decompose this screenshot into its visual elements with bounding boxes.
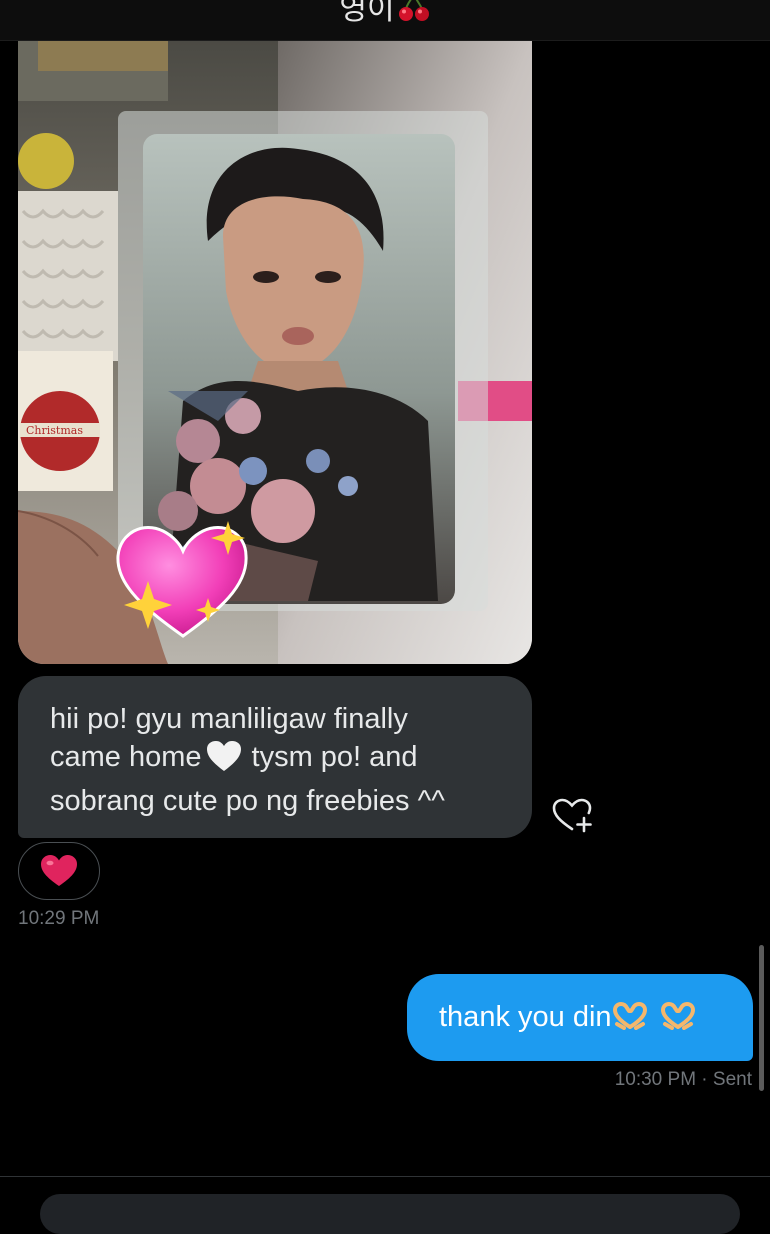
add-reaction-button[interactable] bbox=[550, 796, 596, 834]
incoming-text-message[interactable]: hii po! gyu manliligaw finally came home… bbox=[18, 676, 532, 838]
scrollbar[interactable] bbox=[759, 945, 764, 1091]
incoming-photo-message[interactable]: Christmas bbox=[18, 41, 532, 664]
cherries-icon bbox=[397, 0, 431, 30]
message-line-2: came home tysm po! and bbox=[50, 738, 512, 782]
message-line-3: sobrang cute po ng freebies ^^ bbox=[50, 785, 445, 817]
christmas-card-text: Christmas bbox=[26, 424, 83, 437]
conversation-title: 영이 bbox=[339, 0, 395, 27]
heart-plus-icon bbox=[552, 798, 592, 833]
conversation-title-row[interactable]: 영이 bbox=[0, 0, 770, 30]
red-heart-icon bbox=[41, 855, 77, 886]
message-reaction[interactable] bbox=[18, 842, 100, 900]
composer-area bbox=[0, 1176, 770, 1234]
heart-hands-icon-2 bbox=[660, 1002, 696, 1040]
heart-hands-icon bbox=[612, 1002, 648, 1040]
message-line-2b: tysm po! and bbox=[251, 741, 418, 773]
outgoing-message-text: thank you din bbox=[439, 1001, 612, 1033]
message-line-2a: came home bbox=[50, 741, 202, 773]
photocard-image: Christmas bbox=[18, 41, 532, 664]
outgoing-status: 10:30 PM · Sent bbox=[614, 1069, 752, 1090]
outgoing-text-message[interactable]: thank you din bbox=[407, 974, 753, 1061]
conversation-header: 영이 bbox=[0, 0, 770, 41]
message-composer[interactable] bbox=[40, 1194, 740, 1234]
message-line-1: hii po! gyu manliligaw finally bbox=[50, 703, 408, 735]
incoming-timestamp: 10:29 PM bbox=[18, 908, 100, 929]
white-heart-icon bbox=[206, 740, 242, 782]
